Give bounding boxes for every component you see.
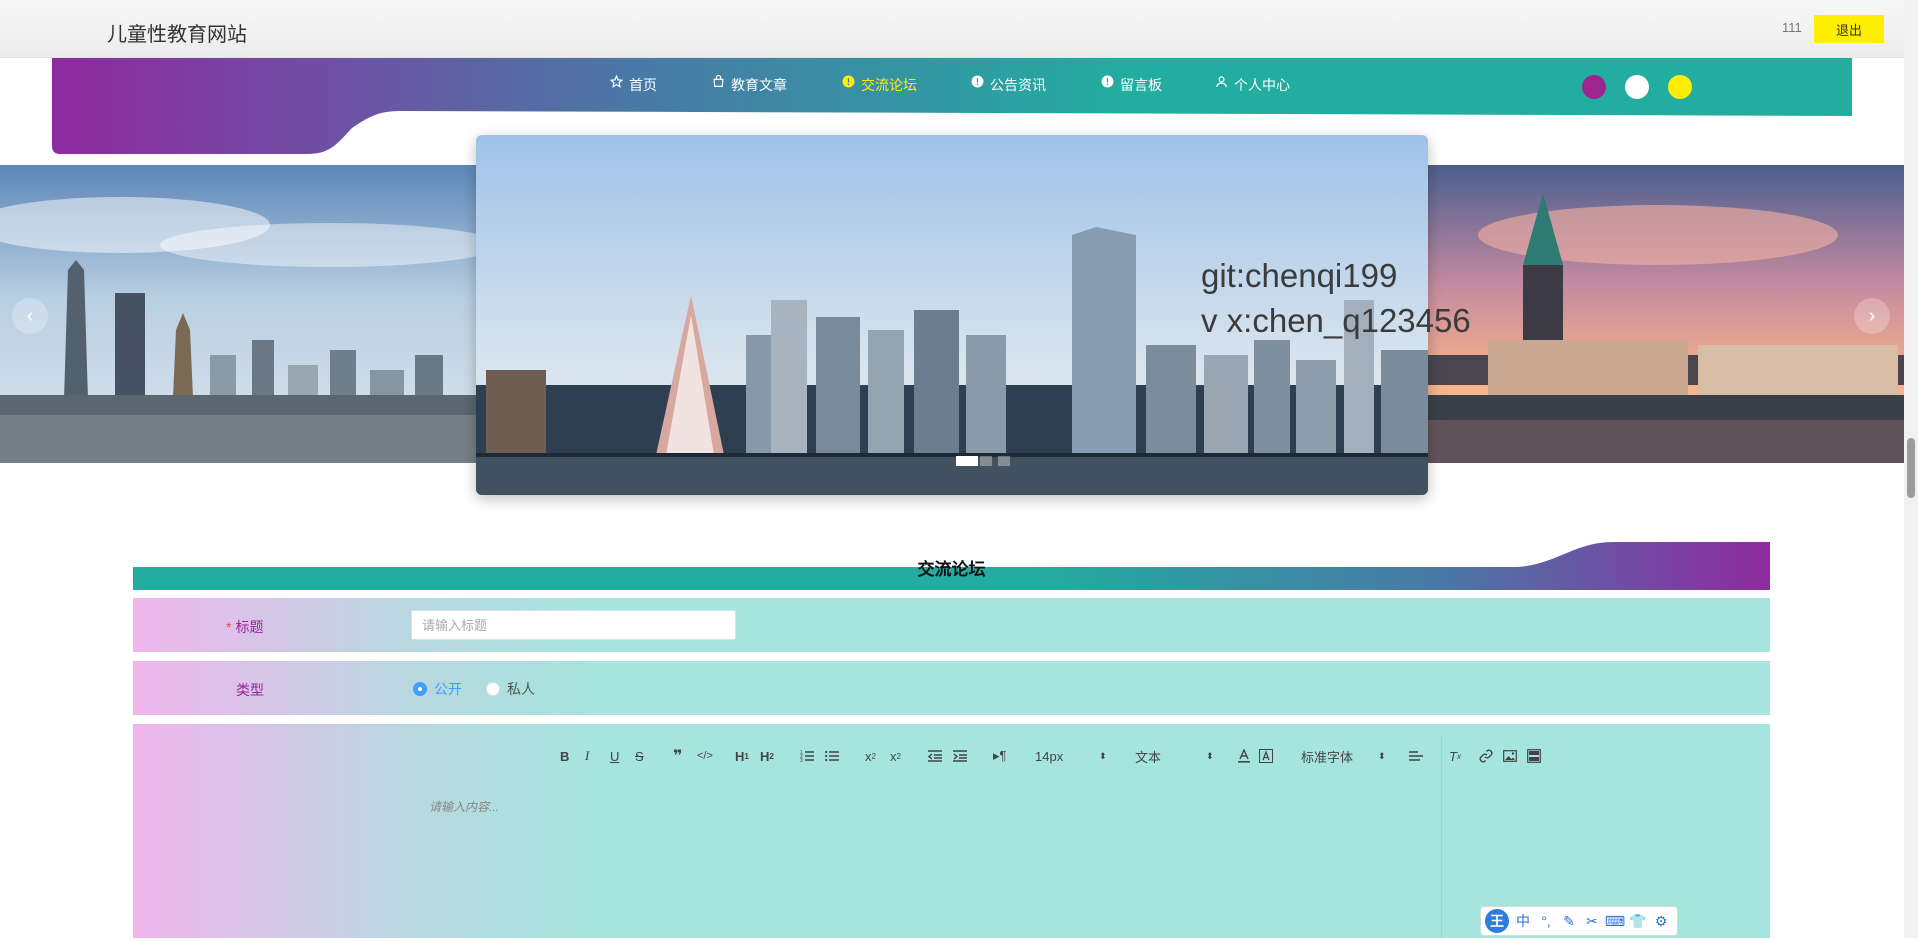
code-block-icon[interactable]: </> bbox=[697, 746, 713, 766]
link-icon[interactable] bbox=[1479, 746, 1493, 766]
user-icon bbox=[1215, 76, 1228, 92]
svg-text:3: 3 bbox=[800, 758, 803, 763]
heading-1-icon[interactable]: H1 bbox=[735, 746, 749, 766]
radio-public-dot bbox=[413, 682, 427, 696]
pen-icon[interactable]: ✎ bbox=[1560, 913, 1578, 930]
carousel-prev-button[interactable]: ‹ bbox=[12, 298, 48, 334]
nav-item-message-board[interactable]: 留言板 bbox=[1101, 75, 1162, 95]
font-color-icon[interactable] bbox=[1237, 746, 1251, 766]
keyboard-icon[interactable]: ⌨ bbox=[1605, 913, 1625, 930]
theme-purple-button[interactable] bbox=[1582, 75, 1606, 99]
align-icon[interactable] bbox=[1409, 746, 1423, 766]
editor-placeholder: 请输入内容... bbox=[429, 800, 500, 814]
info-circle-icon bbox=[1101, 75, 1114, 92]
font-size-value: 14px bbox=[1035, 748, 1064, 764]
radio-private-dot bbox=[486, 682, 500, 696]
editor-divider bbox=[1441, 734, 1442, 941]
city-skyline-image bbox=[0, 165, 476, 463]
text-direction-icon[interactable]: ▸¶ bbox=[993, 746, 1007, 766]
site-title: 儿童性教育网站 bbox=[107, 24, 247, 46]
nav-item-articles[interactable]: 教育文章 bbox=[712, 75, 787, 95]
carousel-next-button[interactable]: › bbox=[1854, 298, 1890, 334]
clear-format-icon[interactable]: Tx bbox=[1449, 746, 1461, 766]
username: 111 bbox=[1782, 20, 1802, 35]
image-icon[interactable] bbox=[1503, 746, 1517, 766]
nav-item-user-center[interactable]: 个人中心 bbox=[1215, 75, 1290, 95]
logout-button[interactable]: 退出 bbox=[1814, 15, 1884, 43]
church-sunset-image bbox=[1428, 165, 1904, 463]
title-form-row: * 标题 bbox=[133, 598, 1770, 652]
underline-icon[interactable]: U bbox=[610, 746, 619, 766]
block-format-value: 文本 bbox=[1135, 749, 1162, 765]
bold-icon[interactable]: B bbox=[560, 746, 569, 766]
watermark-line-2: v x:chen_q123456 bbox=[1201, 302, 1471, 339]
carousel-indicator-3[interactable] bbox=[998, 456, 1020, 468]
bullet-list-icon[interactable] bbox=[825, 746, 839, 766]
chevron-right-icon: › bbox=[1868, 304, 1876, 327]
nav-item-label: 首页 bbox=[629, 77, 657, 93]
blockquote-icon[interactable]: ❞ bbox=[673, 746, 682, 766]
indent-icon[interactable] bbox=[953, 746, 967, 766]
block-format-select[interactable]: 文本 ⬍ bbox=[1135, 746, 1214, 766]
nav-item-forum[interactable]: 交流论坛 bbox=[842, 75, 917, 95]
ime-toolbar: 王 中 °, ✎ ✂ ⌨ 👕 ⚙ bbox=[1480, 906, 1678, 936]
radio-public-label: 公开 bbox=[434, 681, 462, 697]
nav-item-announcements[interactable]: 公告资讯 bbox=[971, 75, 1046, 95]
font-size-select[interactable]: 14px ⬍ bbox=[1035, 746, 1107, 766]
rich-text-editor[interactable]: B I U S ❞ </> H1 H2 123 x2 x2 ▸¶ 14px ⬍ … bbox=[411, 724, 1461, 941]
ime-logo[interactable]: 王 bbox=[1485, 909, 1509, 933]
subscript-icon[interactable]: x2 bbox=[865, 746, 876, 766]
outdent-icon[interactable] bbox=[928, 746, 942, 766]
nav-item-label: 留言板 bbox=[1120, 77, 1162, 93]
carousel-indicator-1[interactable] bbox=[956, 456, 978, 468]
font-family-select[interactable]: 标准字体 ⬍ bbox=[1301, 746, 1386, 766]
nav-item-label: 公告资讯 bbox=[990, 77, 1046, 93]
font-family-value: 标准字体 bbox=[1301, 749, 1354, 765]
required-mark: * bbox=[226, 619, 232, 635]
radio-private[interactable]: 私人 bbox=[486, 679, 535, 699]
background-color-icon[interactable] bbox=[1259, 746, 1273, 766]
select-arrows-icon: ⬍ bbox=[1378, 750, 1386, 761]
scissors-icon[interactable]: ✂ bbox=[1583, 913, 1601, 930]
radio-private-label: 私人 bbox=[507, 681, 535, 697]
gear-icon[interactable]: ⚙ bbox=[1652, 913, 1670, 930]
select-arrows-icon: ⬍ bbox=[1099, 750, 1107, 761]
shirt-icon[interactable]: 👕 bbox=[1629, 913, 1647, 930]
italic-icon[interactable]: I bbox=[585, 746, 589, 766]
select-arrows-icon: ⬍ bbox=[1206, 750, 1214, 761]
nav-item-label: 交流论坛 bbox=[861, 77, 917, 93]
carousel-slide-left[interactable] bbox=[0, 165, 476, 463]
title-label: 标题 bbox=[235, 619, 264, 635]
nav-item-home[interactable]: 首页 bbox=[610, 75, 657, 95]
type-label: 类型 bbox=[236, 682, 264, 698]
strikethrough-icon[interactable]: S bbox=[635, 746, 644, 766]
heading-2-icon[interactable]: H2 bbox=[760, 746, 774, 766]
nav-item-label: 教育文章 bbox=[731, 77, 787, 93]
ordered-list-icon[interactable]: 123 bbox=[800, 746, 814, 766]
watermark-line-1: git:chenqi199 bbox=[1201, 257, 1398, 294]
chevron-left-icon: ‹ bbox=[26, 304, 34, 327]
star-icon bbox=[610, 75, 623, 92]
carousel-slide-right[interactable] bbox=[1428, 165, 1904, 463]
superscript-icon[interactable]: x2 bbox=[890, 746, 901, 766]
ime-punctuation[interactable]: °, bbox=[1537, 913, 1555, 929]
bag-icon bbox=[712, 75, 725, 92]
title-input[interactable] bbox=[411, 610, 736, 640]
theme-white-button[interactable] bbox=[1625, 75, 1649, 99]
type-form-row: 类型 公开 私人 bbox=[133, 661, 1770, 715]
scrollbar-thumb[interactable] bbox=[1907, 438, 1915, 498]
info-circle-icon bbox=[842, 75, 855, 92]
ime-mode-chinese[interactable]: 中 bbox=[1514, 911, 1532, 931]
theme-yellow-button[interactable] bbox=[1668, 75, 1692, 99]
title-label-wrap: * 标题 bbox=[226, 617, 263, 637]
radio-public[interactable]: 公开 bbox=[413, 679, 462, 699]
page-scrollbar[interactable] bbox=[1904, 0, 1918, 938]
nav-item-label: 个人中心 bbox=[1234, 77, 1290, 93]
forum-section-title: 交流论坛 bbox=[917, 560, 986, 579]
top-bar: 儿童性教育网站 111 退出 bbox=[0, 0, 1918, 58]
info-circle-icon bbox=[971, 75, 984, 92]
video-icon[interactable] bbox=[1527, 746, 1541, 766]
forum-section-header: 交流论坛 bbox=[133, 540, 1770, 590]
